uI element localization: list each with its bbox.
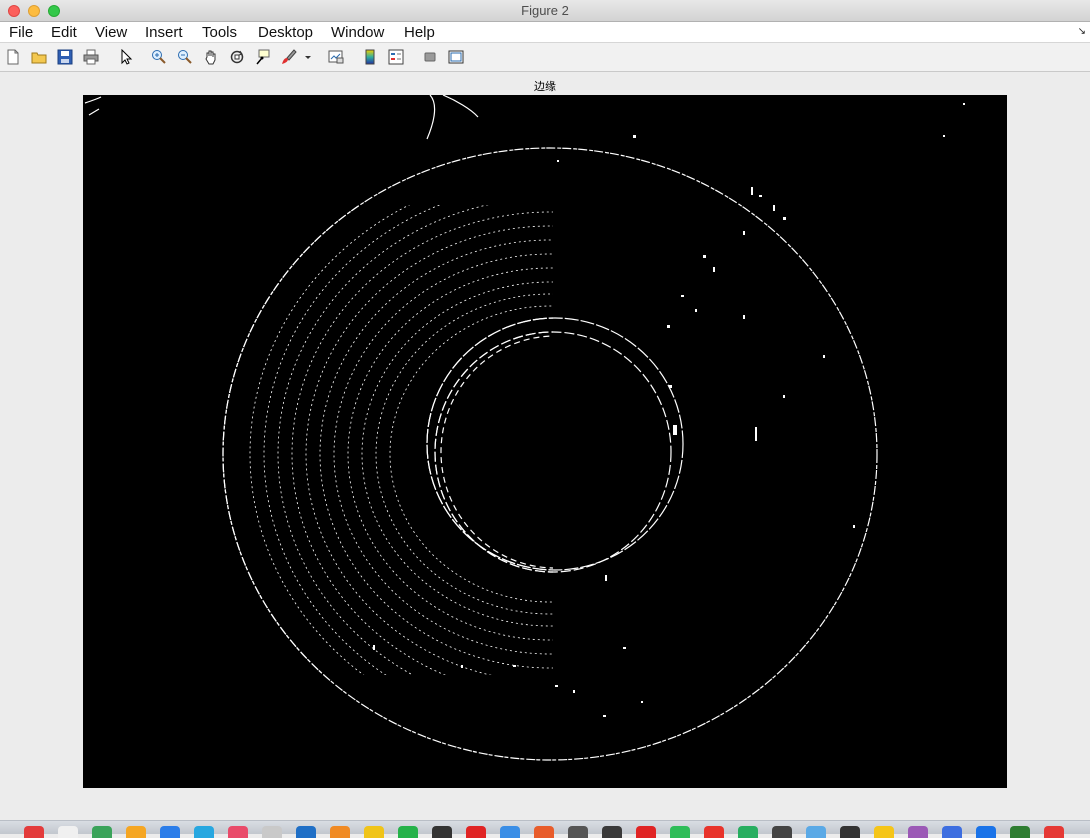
dock-app-icon[interactable] [432, 826, 452, 838]
dock-app-icon[interactable] [1010, 826, 1030, 838]
dock-app-icon[interactable] [160, 826, 180, 838]
dock-app-icon[interactable] [908, 826, 928, 838]
dock-app-icon[interactable] [738, 826, 758, 838]
show-tools-icon[interactable] [448, 49, 464, 65]
texture-mask-top [83, 95, 553, 205]
colorbar-icon[interactable] [362, 49, 378, 65]
dock-app-icon[interactable] [670, 826, 690, 838]
link-plot-icon[interactable] [328, 49, 344, 65]
menu-tools[interactable]: Tools [202, 24, 237, 41]
menu-view[interactable]: View [95, 24, 127, 41]
dock-app-icon[interactable] [466, 826, 486, 838]
open-icon[interactable] [31, 49, 47, 65]
dock-app-icon[interactable] [772, 826, 792, 838]
dock-app-icon[interactable] [126, 826, 146, 838]
zoom-in-icon[interactable] [151, 49, 167, 65]
hide-tools-icon[interactable] [422, 49, 438, 65]
legend-icon[interactable] [388, 49, 404, 65]
dock-app-icon[interactable] [704, 826, 724, 838]
dock-app-icon[interactable] [942, 826, 962, 838]
dock-app-icon[interactable] [568, 826, 588, 838]
menu-help[interactable]: Help [404, 24, 435, 41]
texture-mask-bottom [83, 675, 553, 788]
dock-app-icon[interactable] [636, 826, 656, 838]
figure-toolbar [0, 43, 1090, 72]
save-icon[interactable] [57, 49, 73, 65]
menu-window[interactable]: Window [331, 24, 384, 41]
menu-bar: File Edit View Insert Tools Desktop Wind… [0, 22, 1090, 43]
dock-app-icon[interactable] [330, 826, 350, 838]
dock-app-icon[interactable] [92, 826, 112, 838]
dock-app-icon[interactable] [976, 826, 996, 838]
rotate-3d-icon[interactable] [229, 49, 245, 65]
print-icon[interactable] [83, 49, 99, 65]
dock-app-icon[interactable] [398, 826, 418, 838]
dock-app-icon[interactable] [534, 826, 554, 838]
axes-title: 边缘 [534, 81, 556, 93]
dock-app-icon[interactable] [58, 826, 78, 838]
dock-app-icon[interactable] [24, 826, 44, 838]
texture-mask-right [553, 95, 1007, 788]
dock-app-icon[interactable] [296, 826, 316, 838]
dock-app-icon[interactable] [840, 826, 860, 838]
dock-app-icon[interactable] [602, 826, 622, 838]
dock-app-icon[interactable] [806, 826, 826, 838]
dock-app-icon[interactable] [228, 826, 248, 838]
dock-app-icon[interactable] [364, 826, 384, 838]
dock-app-icon[interactable] [1044, 826, 1064, 838]
menu-insert[interactable]: Insert [145, 24, 183, 41]
undock-icon[interactable]: ↘ [1078, 26, 1086, 37]
menu-file[interactable]: File [9, 24, 33, 41]
macos-dock [0, 820, 1090, 838]
dock-app-icon[interactable] [500, 826, 520, 838]
edge-map-image [83, 95, 1007, 788]
data-cursor-icon[interactable] [255, 49, 271, 65]
menu-edit[interactable]: Edit [51, 24, 77, 41]
title-bar: Figure 2 [0, 0, 1090, 22]
pan-icon[interactable] [203, 49, 219, 65]
dock-app-icon[interactable] [262, 826, 282, 838]
brush-icon[interactable] [281, 49, 297, 65]
brush-dropdown-icon[interactable] [303, 49, 313, 65]
edge-image-axes[interactable] [83, 95, 1007, 788]
window-title: Figure 2 [521, 3, 569, 18]
pointer-icon[interactable] [118, 49, 134, 65]
new-figure-icon[interactable] [5, 49, 21, 65]
dock-app-icon[interactable] [874, 826, 894, 838]
dock-app-icon[interactable] [194, 826, 214, 838]
menu-desktop[interactable]: Desktop [258, 24, 313, 41]
zoom-out-icon[interactable] [177, 49, 193, 65]
